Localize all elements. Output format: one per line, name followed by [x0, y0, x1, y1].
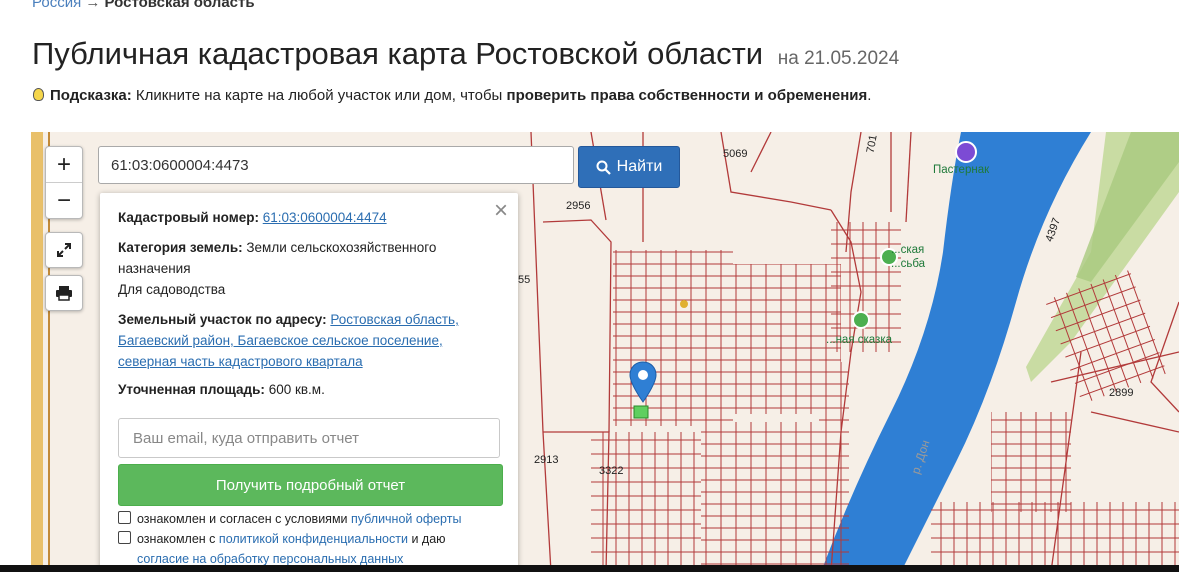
hint: Подсказка: Кликните на карте на любой уч…	[33, 87, 871, 104]
zoom-in-button[interactable]: +	[46, 147, 82, 182]
consent-privacy-row: ознакомлен с политикой конфиденциальност…	[118, 529, 508, 549]
parcel-label-3322: 3322	[599, 465, 624, 477]
parcel-label-55: 55	[518, 274, 531, 286]
hint-text: Кликните на карте на любой участок или д…	[135, 87, 503, 104]
zoom-control: + −	[45, 146, 83, 219]
hint-emphasis: проверить права собственности и обремене…	[506, 87, 868, 104]
email-input[interactable]	[118, 418, 500, 458]
consent-privacy-checkbox[interactable]	[118, 531, 131, 544]
print-icon	[56, 286, 72, 301]
hint-label: Подсказка:	[50, 87, 132, 104]
parcel-label-5069: 5069	[723, 148, 748, 160]
place-label-usadba-1: ...ская	[891, 244, 925, 256]
area-row: Уточненная площадь: 600 кв.м.	[118, 382, 325, 397]
parcel-label-2956: 2956	[566, 200, 591, 212]
print-button[interactable]	[45, 275, 83, 311]
fullscreen-icon	[57, 243, 71, 257]
place-label-skazka: ...ная сказка	[826, 334, 893, 346]
get-report-button[interactable]: Получить подробный отчет	[118, 464, 503, 506]
address-row: Земельный участок по адресу: Ростовская …	[118, 312, 459, 369]
zoom-out-button[interactable]: −	[46, 182, 82, 218]
cadastral-map[interactable]: + − Найти 5069 2956 55 2913 3322 2899 43…	[31, 132, 1179, 572]
parcel-info-popup: × Кадастровый номер: 61:03:0600004:4474 …	[100, 193, 518, 572]
cadastral-search-input[interactable]	[98, 146, 574, 184]
breadcrumb-current: Ростовская область	[104, 0, 255, 11]
land-usage: Для садоводства	[118, 282, 226, 297]
consent-offer-checkbox[interactable]	[118, 511, 131, 524]
page-title: Публичная кадастровая карта Ростовской о…	[32, 36, 899, 72]
privacy-policy-link[interactable]: политикой конфиденциальности	[219, 532, 408, 546]
breadcrumb-separator: →	[85, 0, 101, 11]
bottom-edge-bar	[0, 565, 1179, 572]
fullscreen-button[interactable]	[45, 232, 83, 268]
cadastral-number-row: Кадастровый номер: 61:03:0600004:4474	[118, 210, 387, 225]
breadcrumb: Россия → Ростовская область	[32, 0, 255, 11]
search-icon	[596, 160, 611, 175]
place-label-usadba-2: ...сьба	[891, 258, 926, 270]
parcel-label-2913: 2913	[534, 454, 559, 466]
parcel-label-2899: 2899	[1109, 387, 1134, 399]
personal-data-consent-link[interactable]: согласие на обработку персональных данны…	[137, 552, 403, 566]
find-button[interactable]: Найти	[578, 146, 680, 188]
land-category-row: Категория земель: Земли сельскохозяйстве…	[118, 240, 437, 276]
lightbulb-icon	[33, 88, 44, 101]
page-date: на 21.05.2024	[777, 48, 900, 69]
breadcrumb-link-russia[interactable]: Россия	[32, 0, 81, 11]
public-offer-link[interactable]: публичной оферты	[351, 512, 461, 526]
place-label-pasternak: Пастернак	[933, 164, 990, 176]
cadastral-number-link[interactable]: 61:03:0600004:4474	[263, 210, 387, 225]
page-title-text: Публичная кадастровая карта Ростовской о…	[32, 36, 764, 71]
find-button-label: Найти	[616, 158, 663, 175]
map-pin-icon[interactable]	[628, 360, 658, 404]
consent-offer-row: ознакомлен и согласен с условиями публич…	[118, 509, 508, 529]
